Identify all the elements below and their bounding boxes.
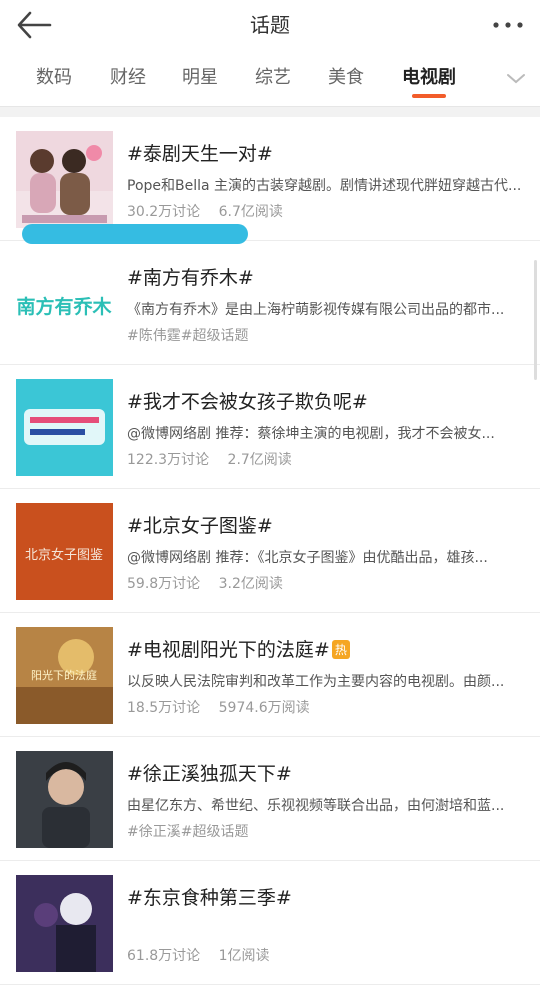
thumbnail-logo-text: 南方有乔木	[16, 295, 112, 318]
topic-thumbnail: 北京女子图鉴	[16, 503, 113, 600]
super-topic-tag[interactable]: #陈伟霆#超级话题	[127, 328, 248, 344]
tab-finance[interactable]: 财经	[110, 50, 146, 106]
super-topic-tag[interactable]: #徐正溪#超级话题	[127, 824, 248, 840]
tab-stars[interactable]: 明星	[182, 50, 218, 106]
read-count: 1亿阅读	[218, 948, 270, 964]
discussion-count: 122.3万讨论	[127, 452, 210, 468]
more-button[interactable]	[490, 14, 526, 36]
active-tab-indicator	[412, 94, 446, 98]
read-count: 2.7亿阅读	[227, 452, 292, 468]
topic-item[interactable]: #东京食种第三季# 61.8万讨论 1亿阅读	[0, 861, 540, 985]
expand-tabs-button[interactable]	[504, 66, 528, 90]
read-count: 3.2亿阅读	[218, 576, 283, 592]
topic-description: 《南方有乔木》是由上海柠萌影视传媒有限公司出品的都市...	[127, 302, 505, 318]
thumbnail-logo-text: 北京女子图鉴	[25, 547, 103, 563]
discussion-count: 18.5万讨论	[127, 700, 201, 716]
topic-title-text: #电视剧阳光下的法庭#	[127, 639, 330, 661]
topic-item[interactable]: 北京女子图鉴 #北京女子图鉴# @微博网络剧 推荐：《北京女子图鉴》由优酷出品，…	[0, 489, 540, 613]
topic-description: @微博网络剧 推荐：《北京女子图鉴》由优酷出品，雄孩...	[127, 550, 488, 566]
topic-title: #东京食种第三季#	[127, 887, 292, 909]
topic-item[interactable]: 阳光下的法庭 #电视剧阳光下的法庭# 热 以反映人民法院审判和改革工作为主要内容的…	[0, 613, 540, 737]
topic-title: #徐正溪独孤天下#	[127, 763, 292, 785]
topic-description: 由星亿东方、希世纪、乐视视频等联合出品，由何澍培和蓝...	[127, 798, 505, 814]
topic-thumbnail: 南方有乔木	[16, 255, 113, 352]
topic-thumbnail	[16, 379, 113, 476]
topic-item[interactable]: #我才不会被女孩子欺负呢# @微博网络剧 推荐：蔡徐坤主演的电视剧，我才不会被女…	[0, 365, 540, 489]
tab-digital[interactable]: 数码	[36, 50, 72, 106]
hot-badge: 热	[331, 640, 350, 659]
topic-stats: 30.2万讨论 6.7亿阅读	[127, 201, 297, 221]
topic-item[interactable]: #徐正溪独孤天下# 由星亿东方、希世纪、乐视视频等联合出品，由何澍培和蓝... …	[0, 737, 540, 861]
topic-stats: 61.8万讨论 1亿阅读	[127, 945, 284, 965]
topic-title: #电视剧阳光下的法庭# 热	[127, 635, 350, 662]
topic-description: Pope和Bella 主演的古装穿越剧。剧情讲述现代胖妞穿越古代...	[127, 178, 522, 194]
topic-thumbnail	[16, 875, 113, 972]
topic-stats: 122.3万讨论 2.7亿阅读	[127, 449, 306, 469]
tab-food[interactable]: 美食	[328, 50, 364, 106]
topic-thumbnail: 阳光下的法庭	[16, 627, 113, 724]
topic-description: 以反映人民法院审判和改革工作为主要内容的电视剧。由颜...	[127, 674, 505, 690]
topic-stats: #陈伟霆#超级话题	[127, 325, 262, 345]
thumbnail-logo-text: 阳光下的法庭	[31, 668, 97, 682]
scrollbar[interactable]	[534, 260, 537, 380]
topic-title: #北京女子图鉴#	[127, 515, 273, 537]
discussion-count: 59.8万讨论	[127, 576, 201, 592]
highlight-marker-stroke	[22, 224, 248, 244]
topic-title: #我才不会被女孩子欺负呢#	[127, 391, 368, 413]
topic-title: #南方有乔木#	[127, 267, 254, 289]
topic-description: @微博网络剧 推荐：蔡徐坤主演的电视剧，我才不会被女...	[127, 426, 495, 442]
topic-stats: #徐正溪#超级话题	[127, 821, 262, 841]
topic-thumbnail	[16, 751, 113, 848]
topic-thumbnail	[16, 131, 113, 228]
read-count: 5974.6万阅读	[218, 700, 310, 716]
section-gap	[0, 107, 540, 117]
topic-stats: 18.5万讨论 5974.6万阅读	[127, 697, 324, 717]
category-tabs: 数码 财经 明星 综艺 美食 电视剧	[0, 50, 540, 107]
discussion-count: 61.8万讨论	[127, 948, 201, 964]
more-dots-icon	[493, 22, 523, 28]
topic-title: #泰剧天生一对#	[127, 143, 273, 165]
discussion-count: 30.2万讨论	[127, 204, 201, 220]
page-title: 话题	[250, 13, 290, 37]
topic-item[interactable]: 南方有乔木 #南方有乔木# 《南方有乔木》是由上海柠萌影视传媒有限公司出品的都市…	[0, 241, 540, 365]
chevron-down-icon	[507, 74, 525, 84]
topic-stats: 59.8万讨论 3.2亿阅读	[127, 573, 297, 593]
topic-item[interactable]: #泰剧天生一对# Pope和Bella 主演的古装穿越剧。剧情讲述现代胖妞穿越古…	[0, 117, 540, 241]
tab-variety[interactable]: 综艺	[255, 50, 291, 106]
topic-list: #泰剧天生一对# Pope和Bella 主演的古装穿越剧。剧情讲述现代胖妞穿越古…	[0, 117, 540, 985]
read-count: 6.7亿阅读	[218, 204, 283, 220]
top-bar: 话题	[0, 0, 540, 50]
